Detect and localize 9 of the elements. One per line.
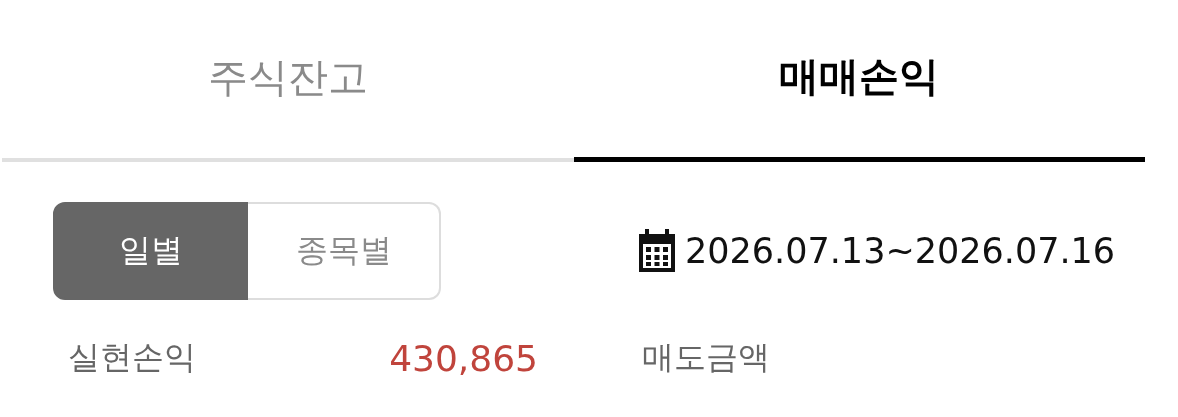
date-range[interactable]: 2026.07.13~2026.07.16	[685, 231, 1116, 271]
summary-label: 실현손익	[68, 337, 196, 378]
segment-button[interactable]: 종목별	[248, 202, 441, 300]
calendar-icon[interactable]	[637, 229, 677, 273]
summary-value: 430,865	[389, 337, 538, 379]
tab[interactable]: 주식잔고	[2, 0, 574, 158]
tab[interactable]: 매매손익	[573, 0, 1145, 162]
summary-label: 매도금액	[642, 337, 770, 378]
segment-button[interactable]: 일별	[53, 202, 248, 300]
